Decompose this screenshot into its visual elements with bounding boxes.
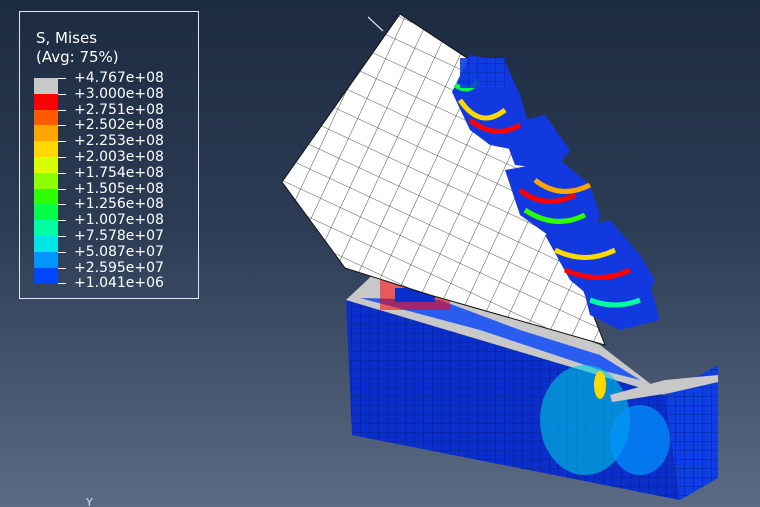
axis-label: Y: [85, 496, 93, 507]
fea-viewport[interactable]: Y: [0, 0, 760, 507]
